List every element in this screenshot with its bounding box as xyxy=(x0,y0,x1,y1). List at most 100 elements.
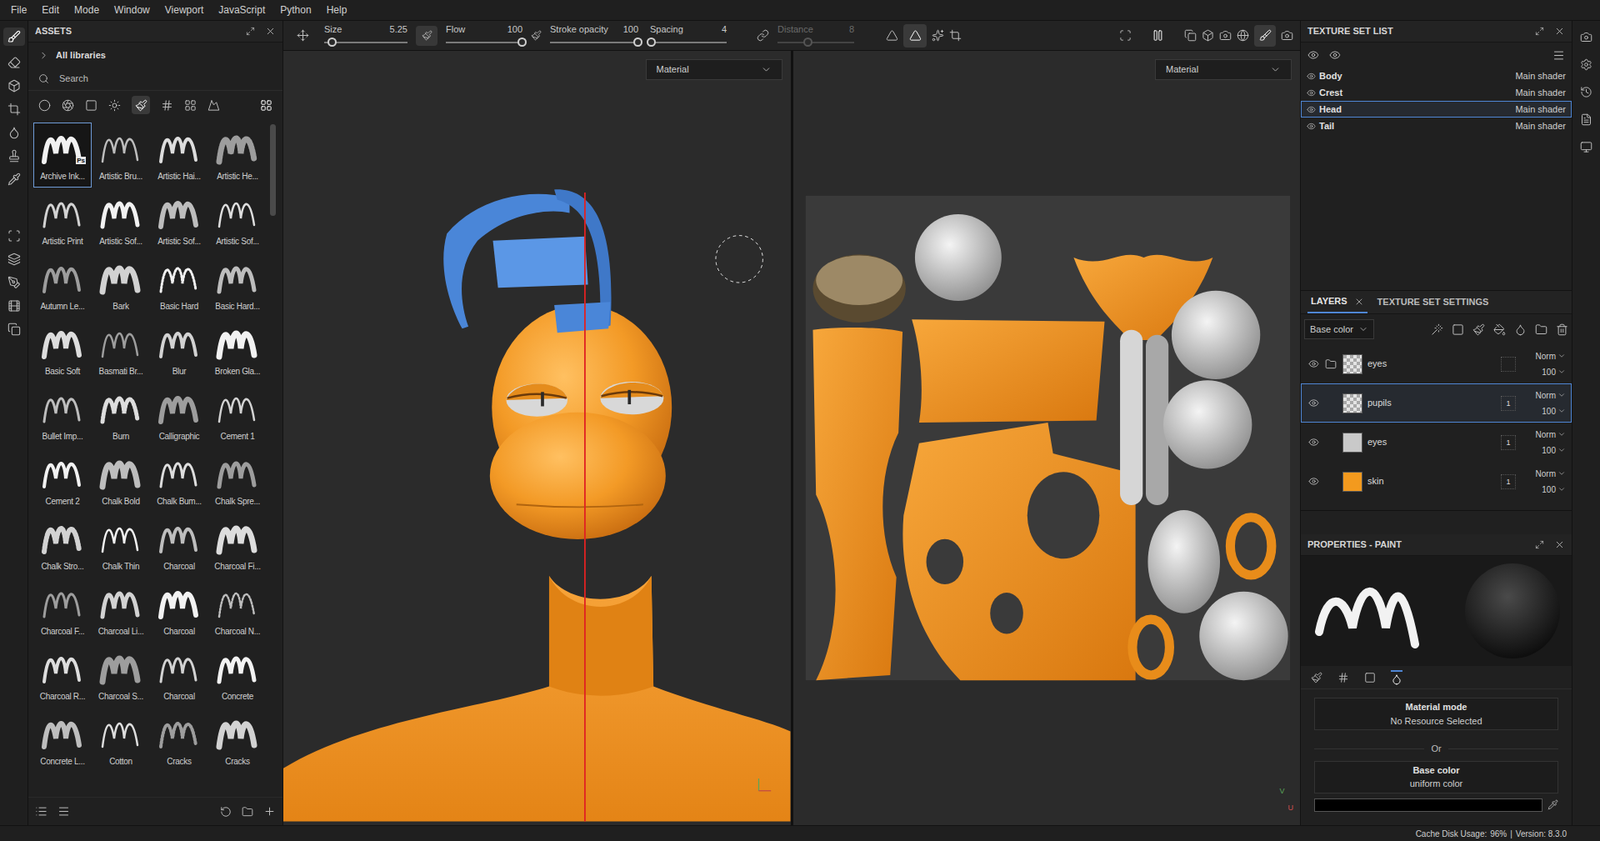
layer-visibility-icon[interactable] xyxy=(1308,475,1320,487)
brush-item[interactable]: Burn xyxy=(91,382,150,448)
add-folder-icon[interactable] xyxy=(1535,323,1548,336)
details-icon[interactable] xyxy=(57,805,70,818)
menu-item[interactable]: File xyxy=(3,2,35,18)
menu-item[interactable]: JavaScript xyxy=(210,2,273,18)
texture-set-item[interactable]: TailMain shader xyxy=(1300,117,1572,135)
delete-icon[interactable] xyxy=(1555,323,1569,336)
menu-item[interactable]: Window xyxy=(106,2,158,18)
visibility-icon[interactable] xyxy=(1306,88,1316,98)
blend-mode[interactable]: Norm xyxy=(1535,428,1566,441)
chevron-down-icon[interactable] xyxy=(1270,64,1281,75)
show-all-icon[interactable] xyxy=(1329,49,1341,61)
close-icon[interactable] xyxy=(1554,539,1565,550)
brush-item[interactable]: Blur xyxy=(150,317,209,383)
slider-knob[interactable] xyxy=(327,37,337,47)
refresh-icon[interactable] xyxy=(220,805,232,818)
brush-item[interactable]: PsArchive Ink... xyxy=(33,122,92,188)
transform-icon[interactable] xyxy=(296,29,310,42)
chevron-down-icon[interactable] xyxy=(1557,445,1566,455)
environment-icon[interactable] xyxy=(1236,29,1250,42)
brush-item[interactable]: Artistic Sof... xyxy=(91,187,150,253)
layer-opacity[interactable]: 100 xyxy=(1541,444,1566,457)
brush-item[interactable]: Artistic He... xyxy=(208,122,267,188)
scrollbar[interactable] xyxy=(270,124,276,216)
display-settings-icon[interactable] xyxy=(1580,30,1593,44)
add-effect-icon[interactable] xyxy=(1430,323,1444,336)
add-fill-layer-icon[interactable] xyxy=(1493,323,1506,336)
brush-item[interactable]: Concrete xyxy=(208,642,267,708)
brush-item[interactable]: Artistic Sof... xyxy=(208,187,267,253)
menu-item[interactable]: Mode xyxy=(66,2,107,18)
brush-item[interactable]: Charcoal F... xyxy=(33,577,92,643)
bake-icon[interactable] xyxy=(7,229,21,243)
chevron-down-icon[interactable] xyxy=(760,64,772,75)
environments-filter-icon[interactable] xyxy=(207,99,220,112)
layer-visibility-icon[interactable] xyxy=(1308,397,1320,409)
brush-item[interactable]: Cement 2 xyxy=(33,447,92,513)
chevron-down-icon[interactable] xyxy=(1557,406,1566,415)
eyedropper-icon[interactable] xyxy=(1547,799,1559,810)
chevron-down-icon[interactable] xyxy=(1557,351,1566,360)
smart-materials-filter-icon[interactable] xyxy=(61,99,75,112)
layers-tab[interactable]: LAYERS xyxy=(1307,290,1368,314)
search-field[interactable]: Search xyxy=(28,67,283,91)
visibility-icon[interactable] xyxy=(1306,105,1316,115)
brush-item[interactable]: Bullet Imp... xyxy=(33,382,92,448)
layer-opacity[interactable]: 100 xyxy=(1541,365,1566,379)
pressure-size-icon[interactable] xyxy=(421,30,433,41)
channel-dropdown[interactable]: Base color xyxy=(1304,319,1375,340)
uv-render[interactable] xyxy=(793,50,1301,825)
stencil-tab-icon[interactable] xyxy=(1364,671,1376,684)
layer-opacity[interactable]: 100 xyxy=(1541,405,1566,418)
hide-all-icon[interactable] xyxy=(1307,49,1320,61)
slider-knob[interactable] xyxy=(646,37,656,47)
layer-mask-slot[interactable]: 1 xyxy=(1500,395,1516,411)
viewport-mode-dropdown[interactable]: Material xyxy=(1155,59,1292,80)
layer-row[interactable]: pupils1Norm100 xyxy=(1300,383,1572,423)
folder-icon[interactable] xyxy=(1325,358,1337,370)
brush-item[interactable]: Charcoal S... xyxy=(91,642,150,708)
chevron-down-icon[interactable] xyxy=(1557,469,1566,478)
blend-mode[interactable]: Norm xyxy=(1535,350,1566,363)
hide-icon[interactable] xyxy=(1119,29,1132,42)
brush-item[interactable]: Concrete L... xyxy=(33,707,92,773)
close-icon[interactable] xyxy=(265,25,276,37)
brush-item[interactable]: Artistic Print xyxy=(33,187,92,253)
brush-item[interactable]: Charcoal xyxy=(150,642,209,708)
menu-item[interactable]: Python xyxy=(272,2,319,18)
float-icon[interactable] xyxy=(1535,540,1545,550)
material-mode-field[interactable]: Material modeNo Resource Selected xyxy=(1314,697,1559,730)
picker-tool-icon[interactable] xyxy=(7,172,21,186)
path-icon[interactable] xyxy=(7,275,21,290)
eraser-tool-icon[interactable] xyxy=(7,55,21,70)
log-icon[interactable] xyxy=(1580,113,1593,126)
brush-item[interactable]: Chalk Spre... xyxy=(208,447,267,513)
brush-item[interactable]: Chalk Thin xyxy=(91,512,150,578)
brush-item[interactable]: Charcoal N... xyxy=(208,577,267,643)
alpha-tab-icon[interactable] xyxy=(1337,671,1350,684)
chevron-down-icon[interactable] xyxy=(1557,390,1566,400)
tool-slider[interactable]: Spacing4 xyxy=(646,23,730,49)
menu-item[interactable]: Help xyxy=(319,2,355,18)
slider-knob[interactable] xyxy=(517,37,527,47)
crop-icon[interactable] xyxy=(949,29,962,42)
render-icon[interactable] xyxy=(7,299,21,313)
brush-item[interactable]: Cracks xyxy=(150,707,209,773)
polygon-fill-icon[interactable] xyxy=(7,102,21,116)
expand-icon[interactable] xyxy=(38,50,50,61)
color-swatch[interactable] xyxy=(1314,798,1543,812)
export-icon[interactable] xyxy=(7,322,21,336)
visibility-icon[interactable] xyxy=(1306,71,1316,81)
view-3d-icon[interactable] xyxy=(1201,29,1215,42)
chevron-down-icon[interactable] xyxy=(1557,430,1566,439)
angle-icon[interactable] xyxy=(885,29,899,42)
brush-item[interactable]: Basic Soft xyxy=(33,317,92,383)
monitor-icon[interactable] xyxy=(1580,140,1593,154)
layer-row[interactable]: skin1Norm100 xyxy=(1300,461,1572,501)
base-color-field[interactable]: Base coloruniform color xyxy=(1314,760,1559,794)
masks-filter-icon[interactable] xyxy=(85,99,98,112)
layer-opacity[interactable]: 100 xyxy=(1541,483,1566,496)
brush-item[interactable]: Artistic Bru... xyxy=(91,122,150,188)
brush-item[interactable]: Chalk Bum... xyxy=(150,447,209,513)
brush-tab-icon[interactable] xyxy=(1310,671,1323,684)
